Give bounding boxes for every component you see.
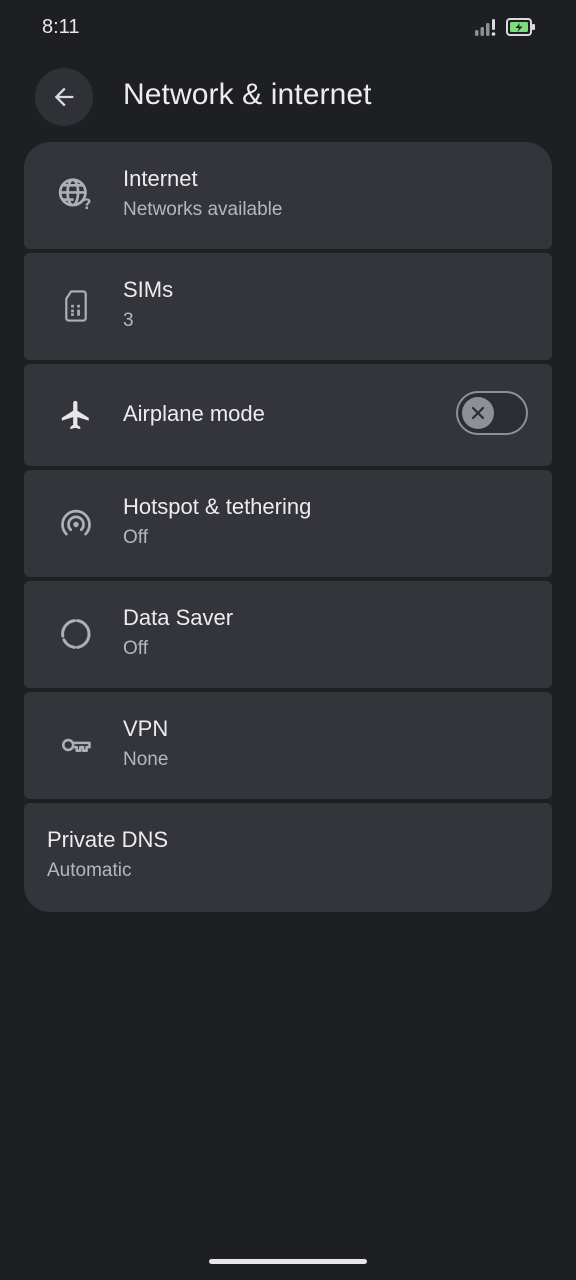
- back-button[interactable]: [35, 68, 93, 126]
- status-time: 8:11: [42, 16, 80, 38]
- arrow-back-icon: [54, 87, 74, 107]
- airplane-mode-toggle[interactable]: [456, 391, 528, 435]
- key-icon: [56, 725, 96, 765]
- hotspot-icon: [56, 503, 96, 543]
- svg-text:?: ?: [83, 197, 91, 213]
- airplane-icon: [56, 395, 96, 435]
- setting-hotspot[interactable]: Hotspot & tethering Off: [24, 470, 552, 577]
- airplane-title: Airplane mode: [123, 401, 265, 426]
- sims-subtitle: 3: [123, 310, 134, 331]
- setting-data-saver[interactable]: Data Saver Off: [24, 581, 552, 688]
- private-dns-title: Private DNS: [47, 827, 169, 852]
- hotspot-title: Hotspot & tethering: [123, 494, 312, 519]
- data-saver-subtitle: Off: [123, 638, 148, 659]
- signal-icon: [475, 19, 496, 36]
- status-icons: [474, 17, 536, 37]
- sim-card-icon: [56, 286, 96, 326]
- setting-internet[interactable]: ? Internet Networks available: [24, 142, 552, 249]
- setting-vpn[interactable]: VPN None: [24, 692, 552, 799]
- private-dns-subtitle: Automatic: [47, 860, 132, 881]
- internet-title: Internet: [123, 166, 198, 191]
- setting-sims[interactable]: SIMs 3: [24, 253, 552, 360]
- status-bar: 8:11: [0, 0, 576, 56]
- internet-subtitle: Networks available: [123, 199, 283, 220]
- sims-title: SIMs: [123, 277, 174, 302]
- navigation-handle[interactable]: [209, 1259, 367, 1264]
- vpn-subtitle: None: [123, 749, 169, 770]
- battery-charging-icon: [506, 18, 535, 36]
- globe-question-icon: ?: [56, 174, 96, 214]
- vpn-title: VPN: [123, 716, 169, 741]
- toggle-knob: [462, 397, 494, 429]
- data-saver-icon: [56, 614, 96, 654]
- hotspot-subtitle: Off: [123, 527, 148, 548]
- data-saver-title: Data Saver: [123, 605, 234, 630]
- page-title: Network & internet: [123, 78, 372, 111]
- setting-private-dns[interactable]: Private DNS Automatic: [24, 803, 552, 912]
- close-icon: [471, 406, 485, 420]
- setting-airplane-mode[interactable]: Airplane mode: [24, 364, 552, 466]
- app-header: Network & internet: [0, 68, 576, 128]
